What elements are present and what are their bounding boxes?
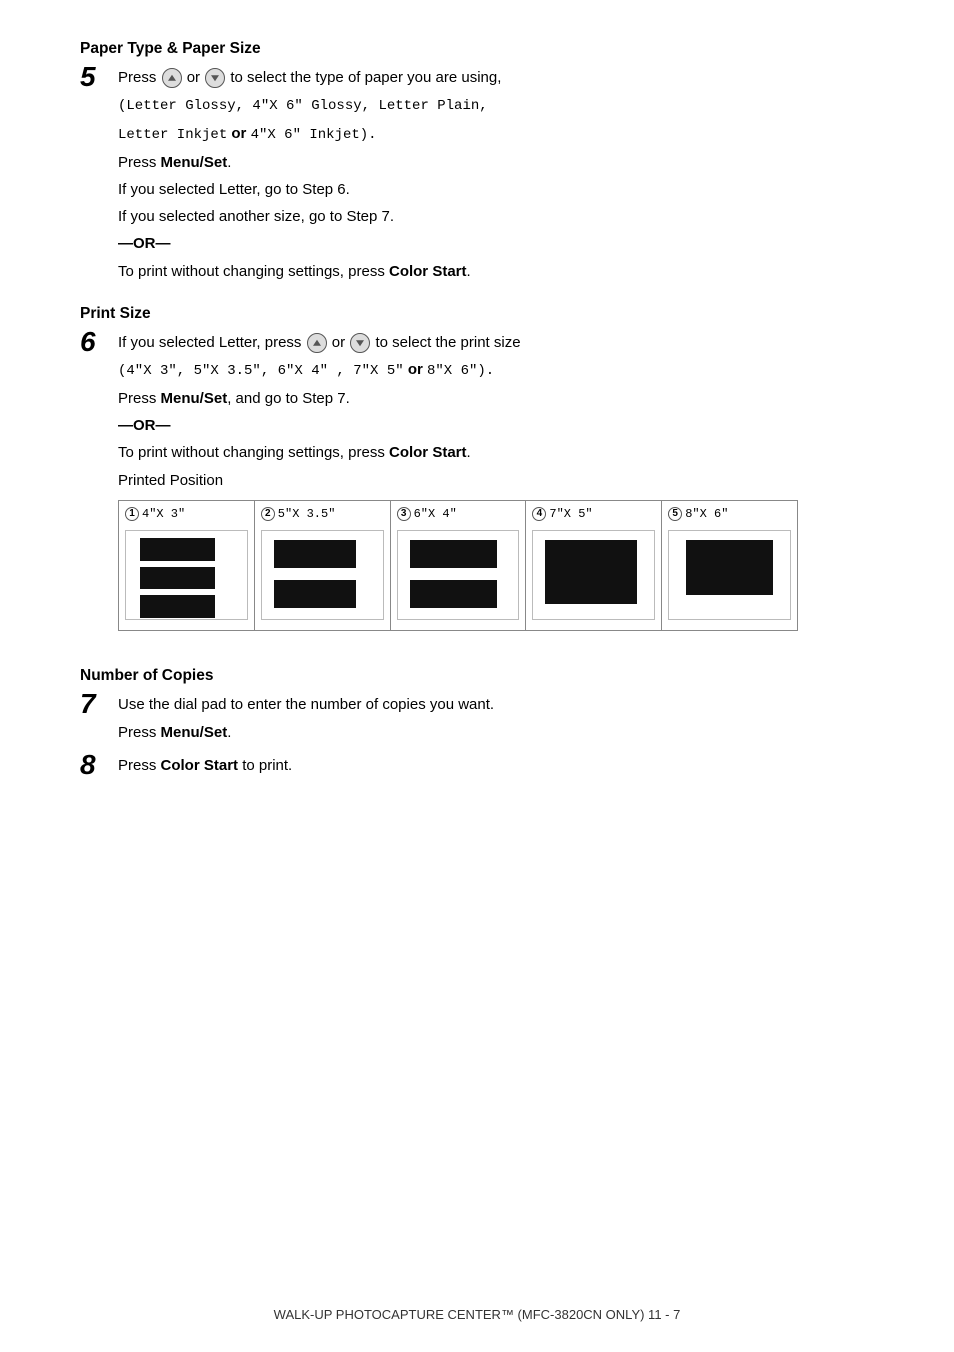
step-6-to-print: To print without changing settings, pres…: [118, 441, 874, 464]
pos-circle-2: 2: [261, 507, 275, 521]
color-start-bold-5: Color Start: [389, 263, 467, 280]
position-cell-4: 4 7"X 5": [526, 501, 662, 631]
step-7-content: Use the dial pad to enter the number of …: [118, 693, 874, 748]
pos-header-1: 1 4"X 3": [125, 507, 185, 523]
step-5-code: (Letter Glossy, 4"X 6" Glossy, Letter Pl…: [118, 93, 874, 118]
step-7-number: 7: [80, 689, 118, 720]
pos-rect-2a: [274, 540, 356, 568]
position-cell-2: 2 5"X 3.5": [255, 501, 391, 631]
pos-circle-4: 4: [532, 507, 546, 521]
pos-rect-4a: [545, 540, 637, 603]
step-6-code-line: (4"X 3", 5"X 3.5", 6"X 4" , 7"X 5": [118, 363, 404, 379]
pos-label-2: 5"X 3.5": [278, 507, 336, 523]
pos-circle-1: 1: [125, 507, 139, 521]
step-8-line1: Press Color Start to print.: [118, 754, 874, 777]
pos-label-4: 7"X 5": [549, 507, 592, 523]
pos-circle-3: 3: [397, 507, 411, 521]
nav-down-icon-5: [205, 68, 225, 88]
step-8-row: 8 Press Color Start to print.: [80, 754, 874, 781]
step-6-press-menu: Press Menu/Set, and go to Step 7.: [118, 387, 874, 410]
section-title-paper: Paper Type & Paper Size: [80, 40, 874, 58]
step-5-code-line2b: 4"X 6" Inkjet).: [251, 127, 377, 143]
step-5-line1: Press or to select the type of paper you…: [118, 66, 874, 89]
pos-rect-1a: [140, 538, 215, 561]
nav-up-icon-6: [307, 333, 327, 353]
step-5-code-line1: (Letter Glossy, 4"X 6" Glossy, Letter Pl…: [118, 98, 488, 114]
step-5-if-letter: If you selected Letter, go to Step 6.: [118, 178, 874, 201]
position-cell-3: 3 6"X 4": [391, 501, 527, 631]
step-5-code2: Letter Inkjet or 4"X 6" Inkjet).: [118, 122, 874, 147]
step-5-number: 5: [80, 62, 118, 93]
page-footer: WALK-UP PHOTOCAPTURE CENTER™ (MFC-3820CN…: [0, 1307, 954, 1322]
pos-label-3: 6"X 4": [414, 507, 457, 523]
position-cell-5: 5 8"X 6": [662, 501, 797, 631]
pos-header-3: 3 6"X 4": [397, 507, 457, 523]
step-5-or-line: —OR—: [118, 232, 874, 255]
pos-rect-1c: [140, 595, 215, 618]
footer-text: WALK-UP PHOTOCAPTURE CENTER™ (MFC-3820CN…: [274, 1307, 681, 1322]
step-5-if-another: If you selected another size, go to Step…: [118, 205, 874, 228]
section-number-of-copies: Number of Copies 7 Use the dial pad to e…: [80, 667, 874, 781]
step-6-line1: If you selected Letter, press or to sele…: [118, 331, 874, 354]
printed-position-label: Printed Position: [118, 469, 874, 492]
pos-image-2: [261, 530, 384, 620]
pos-rect-3b: [410, 580, 497, 608]
nav-up-icon-5: [162, 68, 182, 88]
step-8-content: Press Color Start to print.: [118, 754, 874, 781]
pos-image-3: [397, 530, 520, 620]
menu-set-bold-5: Menu/Set: [161, 154, 228, 171]
section-paper-type: Paper Type & Paper Size 5 Press or to se…: [80, 40, 874, 287]
step-7-row: 7 Use the dial pad to enter the number o…: [80, 693, 874, 748]
pos-image-4: [532, 530, 655, 620]
menu-set-bold-7: Menu/Set: [161, 724, 228, 741]
pos-label-5: 8"X 6": [685, 507, 728, 523]
nav-down-icon-6: [350, 333, 370, 353]
step-5-content: Press or to select the type of paper you…: [118, 66, 874, 287]
pos-rect-2b: [274, 580, 356, 608]
menu-set-bold-6: Menu/Set: [161, 390, 228, 407]
pos-image-5: [668, 530, 791, 620]
pos-header-2: 2 5"X 3.5": [261, 507, 336, 523]
pos-header-4: 4 7"X 5": [532, 507, 592, 523]
step-8-number: 8: [80, 750, 118, 781]
color-start-bold-6: Color Start: [389, 444, 467, 461]
pos-rect-1b: [140, 567, 215, 590]
step-6-code: (4"X 3", 5"X 3.5", 6"X 4" , 7"X 5" or 8"…: [118, 358, 874, 383]
step-5-press-menu: Press Menu/Set.: [118, 151, 874, 174]
step-6-number: 6: [80, 327, 118, 358]
section-title-copies: Number of Copies: [80, 667, 874, 685]
pos-rect-3a: [410, 540, 497, 568]
step-5-code-line2a: Letter Inkjet: [118, 127, 227, 143]
section-print-size: Print Size 6 If you selected Letter, pre…: [80, 305, 874, 640]
pos-circle-5: 5: [668, 507, 682, 521]
pos-rect-5a: [686, 540, 773, 595]
pos-label-1: 4"X 3": [142, 507, 185, 523]
section-title-print-size: Print Size: [80, 305, 874, 323]
position-cell-1: 1 4"X 3": [119, 501, 255, 631]
step-6-or-line: —OR—: [118, 414, 874, 437]
step-6-content: If you selected Letter, press or to sele…: [118, 331, 874, 640]
color-start-bold-8: Color Start: [161, 757, 239, 774]
position-table: 1 4"X 3" 2 5"X 3.5": [118, 500, 798, 632]
step-6-code-line2: 8"X 6").: [427, 363, 494, 379]
step-7-press-menu: Press Menu/Set.: [118, 721, 874, 744]
step-5-row: 5 Press or to select the type of paper y…: [80, 66, 874, 287]
pos-image-1: [125, 530, 248, 620]
step-6-row: 6 If you selected Letter, press or to se…: [80, 331, 874, 640]
pos-header-5: 5 8"X 6": [668, 507, 728, 523]
step-5-to-print: To print without changing settings, pres…: [118, 260, 874, 283]
step-7-line1: Use the dial pad to enter the number of …: [118, 693, 874, 716]
